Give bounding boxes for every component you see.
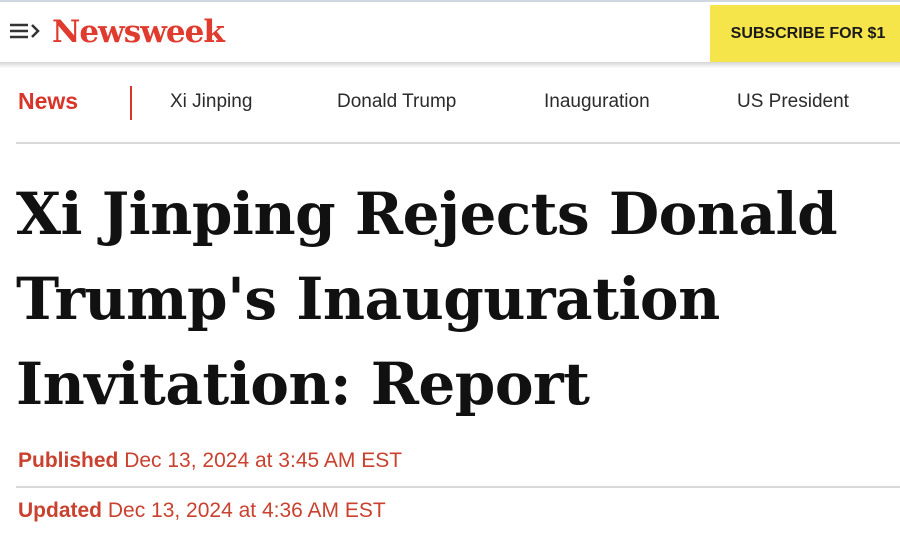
nav-bottom-rule <box>16 142 900 144</box>
section-nav: News Xi Jinping Donald Trump Inauguratio… <box>18 80 900 124</box>
nav-link-us-president[interactable]: US President <box>737 91 849 113</box>
header-shadow <box>0 62 900 68</box>
nav-section-news[interactable]: News <box>18 88 78 115</box>
headline-line: Xi Jinping Rejects Donald <box>16 180 838 248</box>
published-dateline: Published Dec 13, 2024 at 3:45 AM EST <box>18 449 402 473</box>
menu-icon[interactable] <box>8 20 42 42</box>
headline-line: Trump's Inauguration <box>16 265 720 333</box>
dateline-divider <box>16 486 900 488</box>
newsweek-article-page: Newsweek SUBSCRIBE FOR $1 News Xi Jinpin… <box>0 0 900 550</box>
published-date: Dec 13, 2024 at 3:45 AM EST <box>124 449 403 472</box>
updated-label: Updated <box>18 499 102 522</box>
nav-link-xi-jinping[interactable]: Xi Jinping <box>170 91 252 113</box>
nav-link-inauguration[interactable]: Inauguration <box>544 91 650 113</box>
site-header: Newsweek SUBSCRIBE FOR $1 <box>0 0 900 63</box>
subscribe-button[interactable]: SUBSCRIBE FOR $1 <box>710 5 900 63</box>
article-headline: Xi Jinping Rejects Donald Trump's Inaugu… <box>16 172 886 427</box>
nav-divider <box>130 86 132 120</box>
published-label: Published <box>18 449 119 472</box>
newsweek-logo[interactable]: Newsweek <box>52 12 225 52</box>
updated-dateline: Updated Dec 13, 2024 at 4:36 AM EST <box>18 499 386 523</box>
nav-link-donald-trump[interactable]: Donald Trump <box>337 91 456 113</box>
headline-line: Invitation: Report <box>16 350 590 418</box>
updated-date: Dec 13, 2024 at 4:36 AM EST <box>107 499 386 522</box>
